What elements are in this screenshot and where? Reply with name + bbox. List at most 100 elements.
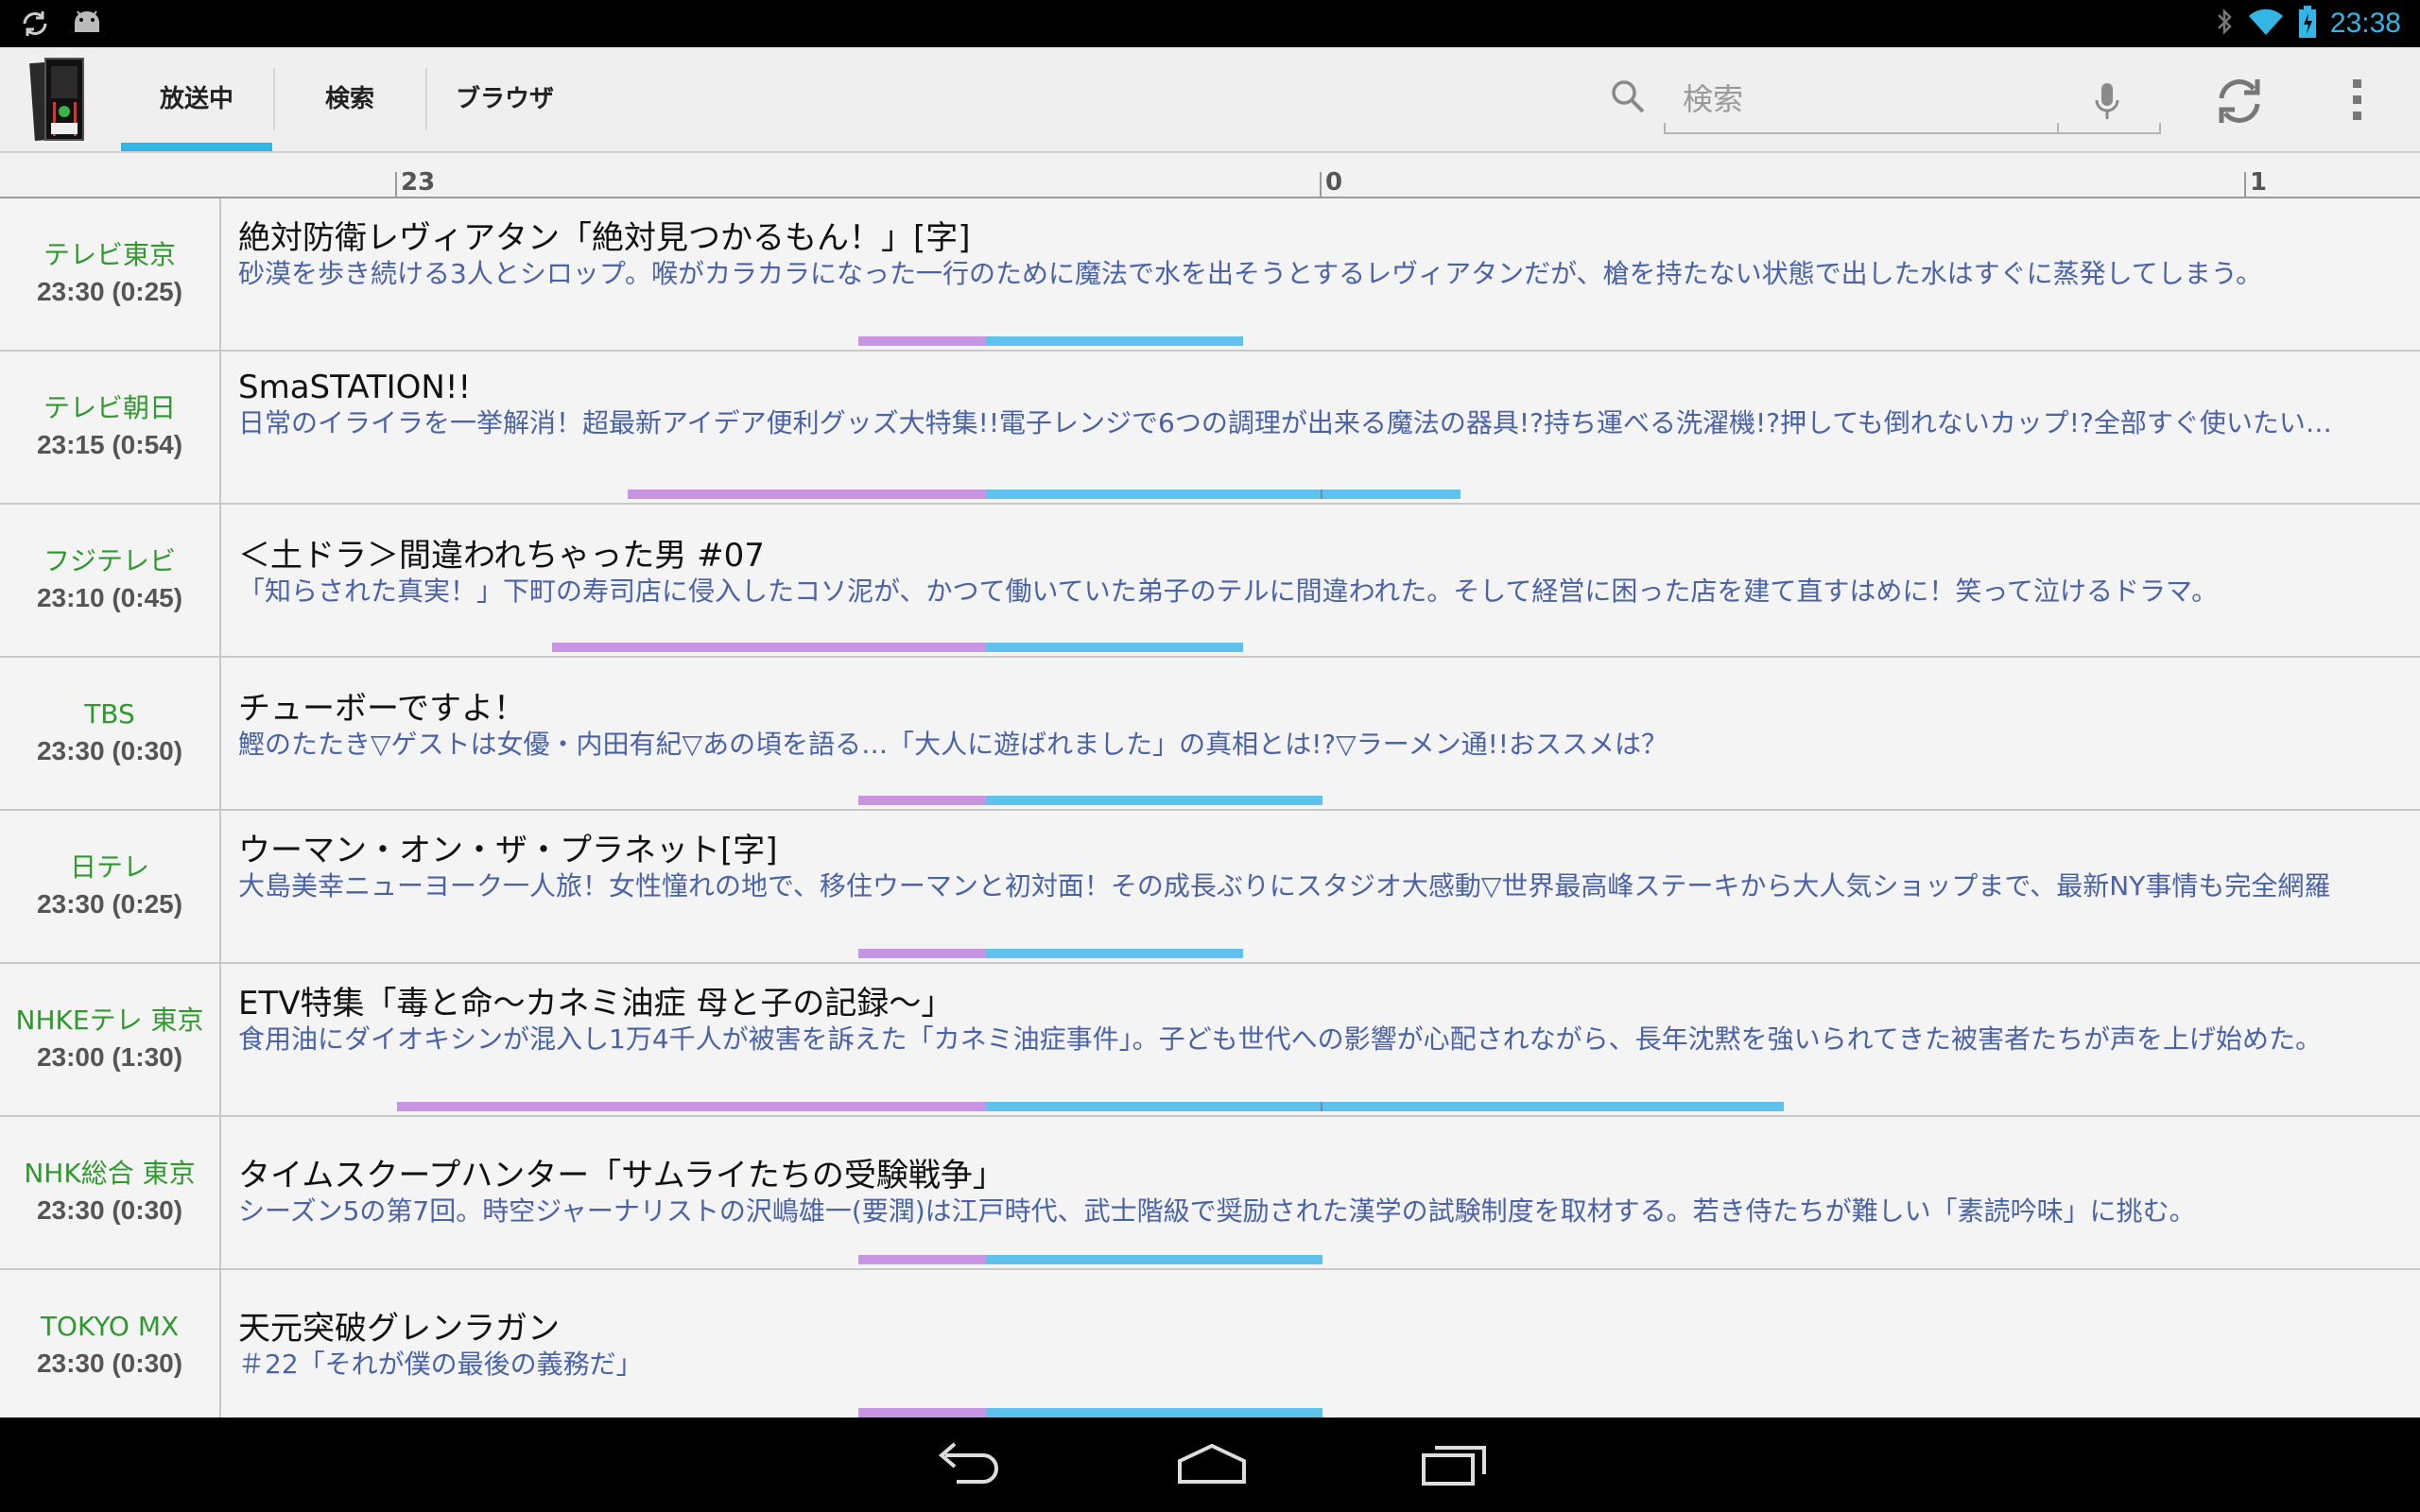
program-time: 23:30 (0:25) <box>36 889 183 919</box>
program-title: チューボーですよ！ <box>238 690 526 728</box>
search-input[interactable] <box>1681 77 2044 121</box>
channel-cell: TBS 23:30 (0:30) <box>0 658 221 809</box>
program-time: 23:30 (0:30) <box>36 736 183 765</box>
program-description: 食用油にダイオキシンが混入し1万4千人が被害を訴えた「カネミ油症事件」。子ども世… <box>238 1023 2322 1055</box>
program-title: 絶対防衛レヴィアタン「絶対見つかるもん！」[字] <box>238 219 971 257</box>
program-info: SmaSTATION!! 日常のイライラを一挙解消！超最新アイデア便利グッズ大特… <box>238 352 2403 503</box>
program-row[interactable]: NHK総合 東京 23:30 (0:30) タイムスクープハンター「サムライたち… <box>0 1117 2420 1270</box>
program-time: 23:00 (1:30) <box>36 1042 183 1072</box>
channel-cell: テレビ朝日 23:15 (0:54) <box>0 352 221 503</box>
program-info: ETV特集「毒と命～カネミ油症 母と子の記録～」 食用油にダイオキシンが混入し1… <box>238 964 2403 1115</box>
app-logo-icon[interactable] <box>28 57 106 144</box>
program-description: 日常のイライラを一挙解消！超最新アイデア便利グッズ大特集!!電子レンジで6つの調… <box>238 407 2332 438</box>
program-description: シーズン5の第7回。時空ジャーナリストの沢嶋雄一(要潤)は江戸時代、武士階級で奨… <box>238 1195 2196 1227</box>
tab-on-air[interactable]: 放送中 <box>121 47 272 151</box>
back-icon[interactable] <box>932 1436 1008 1497</box>
microphone-icon[interactable] <box>2093 81 2121 125</box>
hour-tick <box>395 172 397 197</box>
program-time: 23:15 (0:54) <box>36 430 183 459</box>
search-divider <box>2057 123 2059 134</box>
program-description: 大島美幸ニューヨーク一人旅！女性憧れの地で、移住ウーマンと初対面！その成長ぶりに… <box>238 870 2331 902</box>
program-description: ＃22「それが僕の最後の義務だ」 <box>238 1349 643 1380</box>
remaining-bar <box>986 1408 1322 1418</box>
elapsed-bar <box>397 1102 986 1111</box>
remaining-bar <box>986 643 1243 652</box>
channel-name: フジテレビ <box>43 545 176 576</box>
midnight-marker <box>1321 1102 1322 1111</box>
tab-label: 放送中 <box>159 85 233 113</box>
hour-label: 1 <box>2250 168 2268 197</box>
channel-cell: NHKEテレ 東京 23:00 (1:30) <box>0 964 221 1115</box>
channel-name: TBS <box>84 698 135 730</box>
elapsed-bar <box>552 643 986 652</box>
program-title: ETV特集「毒と命～カネミ油症 母と子の記録～」 <box>238 985 954 1022</box>
program-time: 23:10 (0:45) <box>36 583 183 612</box>
channel-cell: フジテレビ 23:10 (0:45) <box>0 505 221 656</box>
elapsed-bar <box>858 1255 986 1264</box>
channel-name: NHK総合 東京 <box>24 1158 196 1189</box>
program-time: 23:30 (0:30) <box>36 1349 183 1378</box>
status-bar: 23:38 <box>0 0 2420 47</box>
refresh-icon[interactable] <box>2212 74 2267 132</box>
program-title: タイムスクープハンター「サムライたちの受験戦争」 <box>238 1157 1005 1194</box>
tab-divider <box>273 68 275 130</box>
program-info: タイムスクープハンター「サムライたちの受験戦争」 シーズン5の第7回。時空ジャー… <box>238 1117 2403 1268</box>
program-description: 「知らされた真実！」下町の寿司店に侵入したコソ泥が、かつて働いていた弟子のテルに… <box>238 576 2219 607</box>
channel-name: NHKEテレ 東京 <box>15 1005 204 1036</box>
program-title: ＜土ドラ＞間違われちゃった男 #07 <box>238 537 765 575</box>
elapsed-bar <box>628 490 986 499</box>
clock: 23:38 <box>2329 8 2401 39</box>
program-title: SmaSTATION!! <box>238 369 472 406</box>
channel-cell: NHK総合 東京 23:30 (0:30) <box>0 1117 221 1268</box>
search-field[interactable] <box>1664 68 2161 134</box>
navigation-bar <box>0 1418 2420 1512</box>
program-time: 23:30 (0:30) <box>36 1195 183 1225</box>
sync-icon <box>19 8 51 43</box>
hour-label: 0 <box>1325 168 1343 197</box>
program-description: 砂漠を歩き続ける3人とシロップ。喉がカラカラになった一行のために魔法で水を出そう… <box>238 258 2263 289</box>
channel-cell: テレビ東京 23:30 (0:25) <box>0 198 221 350</box>
channel-name: テレビ朝日 <box>43 392 176 423</box>
overflow-menu-icon[interactable] <box>2348 77 2367 127</box>
time-ruler: 23 0 1 <box>0 153 2420 198</box>
channel-cell: 日テレ 23:30 (0:25) <box>0 811 221 962</box>
search-icon <box>1609 77 1647 119</box>
program-info: チューボーですよ！ 鰹のたたき▽ゲストは女優・内田有紀▽あの頃を語る…「大人に遊… <box>238 658 2403 809</box>
channel-cell: TOKYO MX 23:30 (0:30) <box>0 1270 221 1421</box>
elapsed-bar <box>858 796 986 805</box>
home-icon[interactable] <box>1174 1436 1250 1497</box>
program-row[interactable]: NHKEテレ 東京 23:00 (1:30) ETV特集「毒と命～カネミ油症 母… <box>0 964 2420 1117</box>
remaining-bar <box>986 336 1243 346</box>
android-icon <box>70 8 104 43</box>
elapsed-bar <box>858 336 986 346</box>
program-row[interactable]: TOKYO MX 23:30 (0:30) 天元突破グレンラガン ＃22「それが… <box>0 1270 2420 1423</box>
program-description: 鰹のたたき▽ゲストは女優・内田有紀▽あの頃を語る…「大人に遊ばれました」の真相と… <box>238 729 1668 760</box>
elapsed-bar <box>858 949 986 958</box>
remaining-bar <box>986 490 1461 499</box>
battery-icon <box>2298 6 2317 42</box>
elapsed-bar <box>858 1408 986 1418</box>
program-row[interactable]: フジテレビ 23:10 (0:45) ＜土ドラ＞間違われちゃった男 #07 「知… <box>0 505 2420 658</box>
tab-divider <box>425 68 427 130</box>
hour-tick <box>1320 172 1322 197</box>
program-row[interactable]: テレビ朝日 23:15 (0:54) SmaSTATION!! 日常のイライラを… <box>0 352 2420 505</box>
program-row[interactable]: 日テレ 23:30 (0:25) ウーマン・オン・ザ・プラネット[字] 大島美幸… <box>0 811 2420 964</box>
program-title: 天元突破グレンラガン <box>238 1310 560 1348</box>
remaining-bar <box>986 796 1322 805</box>
remaining-bar <box>986 949 1243 958</box>
program-info: 絶対防衛レヴィアタン「絶対見つかるもん！」[字] 砂漠を歩き続ける3人とシロップ… <box>238 198 2403 350</box>
midnight-marker <box>1321 490 1322 499</box>
channel-name: 日テレ <box>69 851 149 883</box>
bluetooth-icon <box>2215 7 2234 41</box>
tab-browser[interactable]: ブラウザ <box>429 47 580 151</box>
program-row[interactable]: テレビ東京 23:30 (0:25) 絶対防衛レヴィアタン「絶対見つかるもん！」… <box>0 198 2420 352</box>
program-info: ウーマン・オン・ザ・プラネット[字] 大島美幸ニューヨーク一人旅！女性憧れの地で… <box>238 811 2403 962</box>
program-time: 23:30 (0:25) <box>36 277 183 306</box>
recent-apps-icon[interactable] <box>1416 1436 1492 1497</box>
program-row[interactable]: TBS 23:30 (0:30) チューボーですよ！ 鰹のたたき▽ゲストは女優・… <box>0 658 2420 811</box>
tab-search[interactable]: 検索 <box>276 47 424 151</box>
program-info: ＜土ドラ＞間違われちゃった男 #07 「知らされた真実！」下町の寿司店に侵入した… <box>238 505 2403 656</box>
wifi-icon <box>2247 7 2285 41</box>
channel-name: テレビ東京 <box>43 239 176 270</box>
hour-tick <box>2244 172 2246 197</box>
